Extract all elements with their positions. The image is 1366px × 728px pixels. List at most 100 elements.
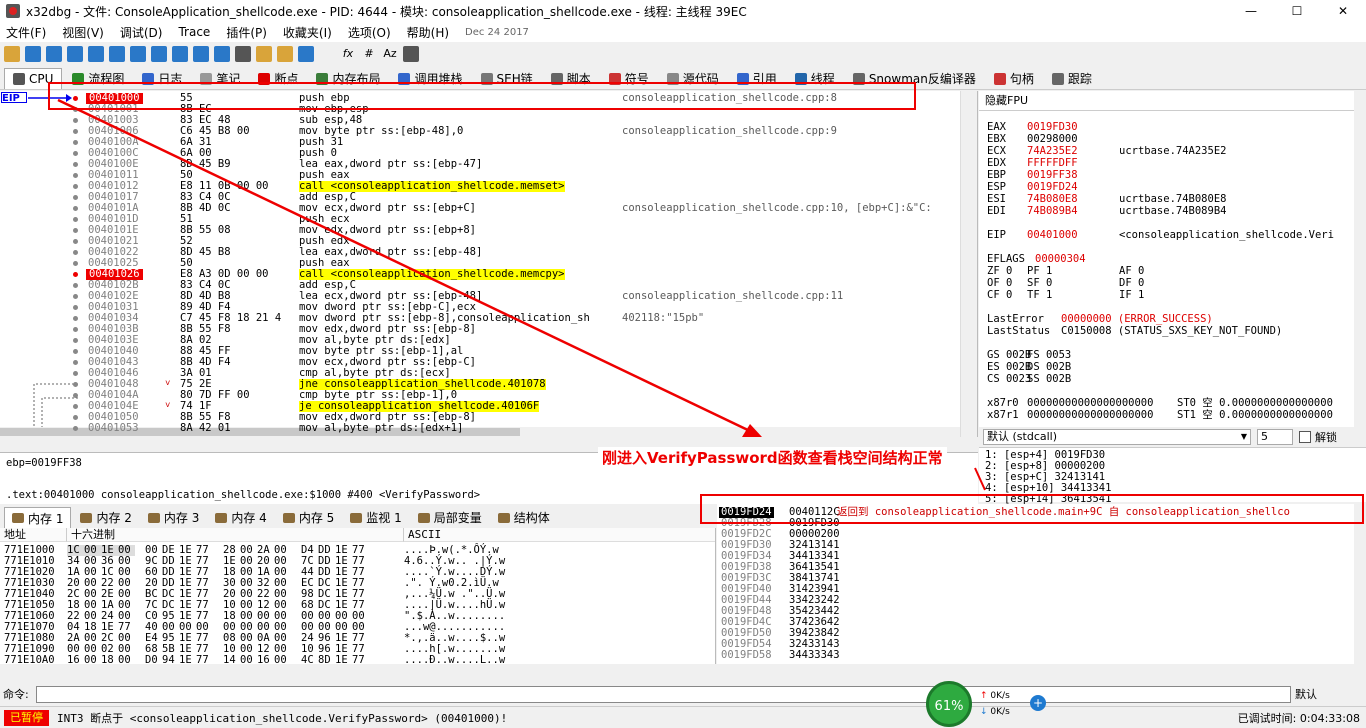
register-line[interactable]: CS 0023SS 002B <box>987 373 1119 385</box>
register-line[interactable] <box>987 385 1119 397</box>
row-dot-icon[interactable] <box>73 404 78 409</box>
row-dot-icon[interactable] <box>73 217 78 222</box>
register-value[interactable]: DS 002B <box>1027 361 1119 373</box>
tab-3[interactable]: 笔记 <box>192 68 248 89</box>
dump-tab-1[interactable]: 内存 2 <box>73 507 138 528</box>
command-mode-select[interactable]: 默认 <box>1295 686 1317 702</box>
register-line[interactable]: ESP 0019FD24 <box>987 181 1119 193</box>
dump-tab-3[interactable]: 内存 4 <box>208 507 273 528</box>
label-icon[interactable] <box>277 46 293 62</box>
open-icon[interactable] <box>4 46 20 62</box>
dump-hex-row[interactable]: 16 00 18 00 D0 94 1E 77 14 00 16 00 4C 8D 1E 77 <box>67 655 369 665</box>
row-dot-icon[interactable] <box>73 228 78 233</box>
tab-6[interactable]: 调用堆栈 <box>390 68 470 89</box>
unlock-checkbox[interactable] <box>1299 431 1311 443</box>
run-to-user-code-icon[interactable] <box>214 46 230 62</box>
row-dot-icon[interactable] <box>73 371 78 376</box>
tab-9[interactable]: 符号 <box>601 68 657 89</box>
tab-5[interactable]: 内存布局 <box>308 68 388 89</box>
register-line[interactable]: EIP 00401000 <consoleapplication_shellcode… <box>987 229 1334 241</box>
hex-byte[interactable]: 00 <box>118 655 135 665</box>
tab-11[interactable]: 引用 <box>729 68 785 89</box>
register-value[interactable]: C0150008 (STATUS_SXS_KEY_NOT_FOUND) <box>1061 325 1282 337</box>
register-line[interactable] <box>987 241 1119 253</box>
register-line[interactable]: GS 002BFS 0053 <box>987 349 1119 361</box>
hex-byte[interactable]: 77 <box>352 655 369 665</box>
row-dot-icon[interactable] <box>73 360 78 365</box>
tab-7[interactable]: SEH链 <box>473 68 541 89</box>
tab-8[interactable]: 脚本 <box>543 68 599 89</box>
row-dot-icon[interactable] <box>73 415 78 420</box>
register-line[interactable]: EDI 74B089B4 ucrtbase.74B089B4 <box>987 205 1226 217</box>
register-line[interactable]: ZF 0 PF 1 AF 0 <box>987 265 1144 277</box>
row-dot-icon[interactable] <box>73 294 78 299</box>
menu-item-7[interactable]: 帮助(H) <box>407 24 449 41</box>
breakpoint-dot-icon[interactable] <box>73 272 78 277</box>
menu-item-5[interactable]: 收藏夹(I) <box>283 24 332 41</box>
hex-byte[interactable]: 16 <box>67 655 84 665</box>
tab-13[interactable]: Snowman反编译器 <box>845 68 984 89</box>
register-value[interactable]: 00401000 <box>1027 229 1119 241</box>
row-dot-icon[interactable] <box>73 151 78 156</box>
disasm-row[interactable]: 00401012 E8 11 0B 00 00 call <consoleappli… <box>0 181 960 192</box>
calculator-icon[interactable] <box>403 46 419 62</box>
register-line[interactable]: CF 0 TF 1 IF 1 <box>987 289 1144 301</box>
call-convention-select[interactable]: 默认 (stdcall) <box>983 429 1251 445</box>
disasm-row[interactable]: 00401050 8B 55 F8 mov edx,dword ptr ss:[eb… <box>0 412 960 423</box>
hex-byte[interactable]: 8D <box>318 655 335 665</box>
memory-dump-view[interactable]: 地址 十六进制 ASCII 771E1000 1C 00 1E 00 00 DE 1E 77 28… <box>0 528 716 664</box>
row-dot-icon[interactable] <box>73 129 78 134</box>
pause-icon[interactable] <box>88 46 104 62</box>
disasm-row[interactable]: 0040103B 8B 55 F8 mov edx,dword ptr ss:[eb… <box>0 324 960 335</box>
register-line[interactable]: LastStatus C0150008 (STATUS_SXS_KEY_NOT_F… <box>987 325 1282 337</box>
row-dot-icon[interactable] <box>73 140 78 145</box>
disasm-row[interactable]: 00401022 8D 45 B8 lea eax,dword ptr ss:[eb… <box>0 247 960 258</box>
disasm-row[interactable]: 0040100A 6A 31 push 31 <box>0 137 960 148</box>
hex-byte[interactable]: 16 <box>257 655 274 665</box>
menu-item-1[interactable]: 视图(V) <box>62 24 104 41</box>
dump-tab-4[interactable]: 内存 5 <box>276 507 341 528</box>
row-dot-icon[interactable] <box>73 195 78 200</box>
register-value[interactable]: SF 0 <box>1027 277 1119 289</box>
register-value[interactable]: 00000000000000000000 <box>1027 409 1177 421</box>
tab-14[interactable]: 句柄 <box>986 68 1042 89</box>
dump-tab-7[interactable]: 结构体 <box>491 507 557 528</box>
register-value[interactable]: 00000304 <box>1035 253 1086 265</box>
register-value[interactable]: SS 002B <box>1027 373 1119 385</box>
register-line[interactable] <box>987 217 1119 229</box>
dump-tab-2[interactable]: 内存 3 <box>141 507 206 528</box>
bookmark-icon[interactable] <box>298 46 314 62</box>
menu-item-2[interactable]: 调试(D) <box>120 24 163 41</box>
row-dot-icon[interactable] <box>73 250 78 255</box>
register-value[interactable]: FFFFFDFF <box>1027 157 1119 169</box>
row-dot-icon[interactable] <box>73 426 78 431</box>
register-value[interactable]: TF 1 <box>1027 289 1119 301</box>
breakpoint-dot-icon[interactable] <box>73 96 78 101</box>
network-speed-widget[interactable]: 61% ↑ 0K/s ↓ 0K/s + <box>926 681 1046 727</box>
register-line[interactable]: ECX 74A235E2 ucrtbase.74A235E2 <box>987 145 1226 157</box>
dump-tab-6[interactable]: 局部变量 <box>411 507 489 528</box>
tab-1[interactable]: 流程图 <box>64 68 132 89</box>
hex-byte[interactable]: D0 <box>145 655 162 665</box>
arg-count-spinner[interactable]: 5 <box>1257 429 1293 445</box>
tab-0[interactable]: CPU <box>4 68 63 89</box>
disasm-row[interactable]: 0040102E 8D 4D B8 lea ecx,dword ptr ss:[eb… <box>0 291 960 302</box>
hex-byte[interactable]: 00 <box>84 655 101 665</box>
step-into-icon[interactable] <box>109 46 125 62</box>
row-dot-icon[interactable] <box>73 107 78 112</box>
register-value[interactable]: 00000000000000000000 <box>1027 397 1177 409</box>
trace-over-icon[interactable] <box>172 46 188 62</box>
menu-item-3[interactable]: Trace <box>178 25 210 39</box>
registers-view[interactable]: 隐藏FPU EAX 0019FD30 EBX 00298000 ECX 74A235E2 u… <box>979 91 1366 427</box>
stop-icon[interactable] <box>46 46 62 62</box>
row-dot-icon[interactable] <box>73 283 78 288</box>
disasm-row[interactable]: 00401043 8B 4D F4 mov ecx,dword ptr ss:[eb… <box>0 357 960 368</box>
register-value[interactable]: FS 0053 <box>1027 349 1119 361</box>
register-line[interactable]: EBX 00298000 <box>987 133 1119 145</box>
command-input[interactable] <box>36 685 1291 703</box>
stack-view[interactable]: 0019FD24 0040112C 返回到 consoleapplication_s… <box>717 504 1366 664</box>
disasm-row[interactable]: 00401026 E8 A3 0D 00 00 call <consoleappli… <box>0 269 960 280</box>
disasm-row[interactable]: 00401006 C6 45 B8 00 mov byte ptr ss:[ebp-… <box>0 126 960 137</box>
register-line[interactable]: LastError 00000000 (ERROR_SUCCESS) <box>987 313 1213 325</box>
cpu-usage-circle[interactable]: 61% <box>926 681 972 727</box>
